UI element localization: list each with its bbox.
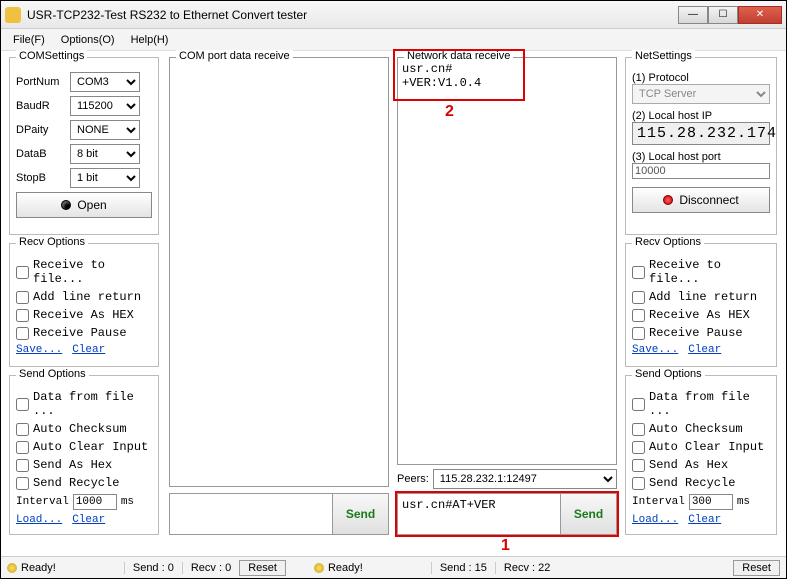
com-recv-clear-link[interactable]: Clear <box>72 344 105 356</box>
proto-select: TCP Server <box>632 84 770 104</box>
net-send-area: usr.cn#AT+VER Send <box>397 493 617 535</box>
close-button[interactable]: ✕ <box>738 6 782 24</box>
net-send-button[interactable]: Send <box>561 493 617 535</box>
net-auto-checksum-check[interactable] <box>632 423 645 436</box>
net-recv-save-link[interactable]: Save... <box>632 344 678 356</box>
com-send-load-link[interactable]: Load... <box>16 514 62 526</box>
com-interval-input[interactable] <box>73 494 117 510</box>
net-receive-box: Network data receive usr.cn# +VER:V1.0.4 <box>397 57 617 465</box>
net-reset-button[interactable]: Reset <box>733 560 780 576</box>
net-auto-clear-check[interactable] <box>632 441 645 454</box>
com-send-button[interactable]: Send <box>333 493 389 535</box>
com-interval-label: Interval <box>16 496 69 508</box>
port-label: (3) Local host port <box>632 151 770 163</box>
com-recv-save-link[interactable]: Save... <box>16 344 62 356</box>
open-dot-icon <box>61 200 71 210</box>
ip-display: 115.28.232.174 <box>632 122 770 145</box>
net-send-input[interactable]: usr.cn#AT+VER <box>397 493 561 535</box>
com-add-line-check[interactable] <box>16 291 29 304</box>
net-recv-clear-link[interactable]: Clear <box>688 344 721 356</box>
com-recv-options-group: Recv Options Receive to file... Add line… <box>9 243 159 367</box>
net-send-hex-check[interactable] <box>632 459 645 472</box>
com-auto-checksum-check[interactable] <box>16 423 29 436</box>
com-send-count: Send : 0 <box>133 562 174 574</box>
net-data-from-file-check[interactable] <box>632 398 645 411</box>
net-settings-group: NetSettings (1) Protocol TCP Server (2) … <box>625 57 777 235</box>
peers-label: Peers: <box>397 473 429 485</box>
net-recv-count: Recv : 22 <box>504 562 550 574</box>
parity-label: DPaity <box>16 124 66 136</box>
menu-options[interactable]: Options(O) <box>53 32 123 48</box>
portnum-label: PortNum <box>16 76 66 88</box>
com-send-hex-check[interactable] <box>16 459 29 472</box>
bulb-icon <box>7 563 17 573</box>
com-send-clear-link[interactable]: Clear <box>72 514 105 526</box>
com-send-area: Send <box>169 493 389 535</box>
net-interval-input[interactable] <box>689 494 733 510</box>
com-recv-pause-check[interactable] <box>16 327 29 340</box>
peers-select[interactable]: 115.28.232.1:12497 <box>433 469 617 489</box>
stopb-select[interactable]: 1 bit <box>70 168 140 188</box>
baud-select[interactable]: 115200 <box>70 96 140 116</box>
maximize-button[interactable]: ☐ <box>708 6 738 24</box>
net-send-opts-title: Send Options <box>632 368 705 380</box>
net-settings-title: NetSettings <box>632 50 695 62</box>
ip-label: (2) Local host IP <box>632 110 770 122</box>
parity-select[interactable]: NONE <box>70 120 140 140</box>
net-send-load-link[interactable]: Load... <box>632 514 678 526</box>
com-settings-title: COMSettings <box>16 50 87 62</box>
net-send-clear-link[interactable]: Clear <box>688 514 721 526</box>
com-send-input[interactable] <box>169 493 333 535</box>
com-recv-opts-title: Recv Options <box>16 236 88 248</box>
port-input <box>632 163 770 179</box>
datab-label: DataB <box>16 148 66 160</box>
com-send-recycle-check[interactable] <box>16 477 29 490</box>
open-button[interactable]: Open <box>16 192 152 218</box>
net-ready-label: Ready! <box>328 562 363 574</box>
baud-label: BaudR <box>16 100 66 112</box>
com-receive-box: COM port data receive <box>169 57 389 487</box>
titlebar: USR-TCP232-Test RS232 to Ethernet Conver… <box>1 1 786 29</box>
net-send-recycle-check[interactable] <box>632 477 645 490</box>
net-recv-opts-title: Recv Options <box>632 236 704 248</box>
disconnect-button[interactable]: Disconnect <box>632 187 770 213</box>
net-recv-options-group: Recv Options Receive to file... Add line… <box>625 243 777 367</box>
net-recv-body: usr.cn# +VER:V1.0.4 <box>398 58 616 94</box>
stopb-label: StopB <box>16 172 66 184</box>
menubar: File(F) Options(O) Help(H) <box>1 29 786 51</box>
com-recv-to-file-check[interactable] <box>16 266 29 279</box>
minimize-button[interactable]: — <box>678 6 708 24</box>
com-data-from-file-check[interactable] <box>16 398 29 411</box>
net-recv-title: Network data receive <box>404 50 513 62</box>
com-recv-title: COM port data receive <box>176 50 293 62</box>
net-recv-to-file-check[interactable] <box>632 266 645 279</box>
com-reset-button[interactable]: Reset <box>239 560 286 576</box>
com-send-opts-title: Send Options <box>16 368 89 380</box>
disconnect-dot-icon <box>663 195 673 205</box>
menu-help[interactable]: Help(H) <box>123 32 177 48</box>
com-send-options-group: Send Options Data from file ... Auto Che… <box>9 375 159 535</box>
com-recv-count: Recv : 0 <box>191 562 231 574</box>
net-recv-hex-check[interactable] <box>632 309 645 322</box>
com-recv-hex-check[interactable] <box>16 309 29 322</box>
net-send-options-group: Send Options Data from file ... Auto Che… <box>625 375 777 535</box>
com-settings-group: COMSettings PortNumCOM3 BaudR115200 DPai… <box>9 57 159 235</box>
datab-select[interactable]: 8 bit <box>70 144 140 164</box>
app-icon <box>5 7 21 23</box>
portnum-select[interactable]: COM3 <box>70 72 140 92</box>
net-send-count: Send : 15 <box>440 562 487 574</box>
peers-row: Peers: 115.28.232.1:12497 <box>397 469 617 489</box>
statusbar: Ready! Send : 0 Recv : 0 Reset Ready! Se… <box>1 556 786 578</box>
annotation-label-1: 1 <box>501 537 510 555</box>
net-add-line-check[interactable] <box>632 291 645 304</box>
menu-file[interactable]: File(F) <box>5 32 53 48</box>
window-title: USR-TCP232-Test RS232 to Ethernet Conver… <box>27 8 678 22</box>
com-ready-label: Ready! <box>21 562 56 574</box>
proto-label: (1) Protocol <box>632 72 770 84</box>
net-interval-label: Interval <box>632 496 685 508</box>
net-recv-pause-check[interactable] <box>632 327 645 340</box>
com-auto-clear-check[interactable] <box>16 441 29 454</box>
bulb-icon-2 <box>314 563 324 573</box>
